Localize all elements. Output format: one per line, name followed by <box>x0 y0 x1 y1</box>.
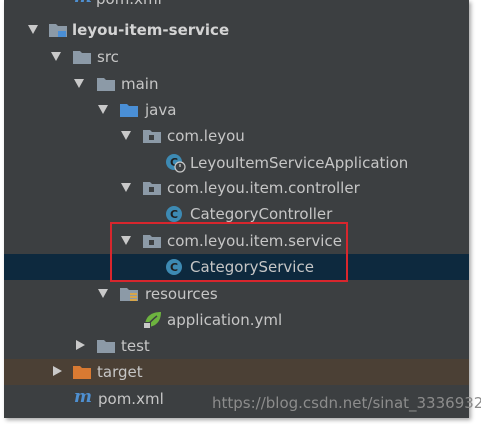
tree-label: application.yml <box>167 311 283 329</box>
tree-label: leyou-item-service <box>72 21 230 39</box>
maven-icon: m <box>74 387 92 407</box>
tree-label: resources <box>145 285 218 303</box>
svg-text:C: C <box>170 208 178 221</box>
maven-icon: m <box>74 0 92 7</box>
tree-label: pom.xml <box>96 0 162 9</box>
package-icon <box>143 130 161 143</box>
chevron-right-icon[interactable] <box>76 340 85 350</box>
package-icon <box>143 182 161 195</box>
tree-row-pom-top[interactable]: m pom.xml <box>4 0 469 12</box>
tree-label: src <box>97 48 119 66</box>
tree-row-src[interactable]: src <box>4 44 469 70</box>
source-folder-icon <box>120 104 138 117</box>
chevron-down-icon[interactable] <box>98 105 108 114</box>
chevron-down-icon[interactable] <box>98 289 108 298</box>
folder-icon <box>97 340 115 353</box>
chevron-down-icon[interactable] <box>121 131 131 140</box>
folder-icon <box>73 51 91 64</box>
tree-row-leyou-item-service[interactable]: leyou-item-service <box>4 17 469 43</box>
tree-label: test <box>121 337 150 355</box>
tree-row-leyou-item-service-application[interactable]: C LeyouItemServiceApplication <box>4 150 469 176</box>
tree-row-com-leyou-item-controller[interactable]: com.leyou.item.controller <box>4 175 469 201</box>
spring-yml-icon <box>143 312 161 329</box>
chevron-down-icon[interactable] <box>74 79 84 88</box>
tree-row-java[interactable]: java <box>4 97 469 123</box>
chevron-down-icon[interactable] <box>51 52 61 61</box>
tree-row-main[interactable]: main <box>4 71 469 97</box>
tree-label: com.leyou.item.controller <box>167 179 360 197</box>
tree-label: CategoryController <box>190 205 333 223</box>
tree-label: main <box>121 75 159 93</box>
tree-label: target <box>97 363 143 381</box>
tree-label: java <box>145 101 177 119</box>
tree-label: pom.xml <box>98 390 164 408</box>
tree-label: com.leyou <box>167 127 245 145</box>
chevron-down-icon[interactable] <box>121 183 131 192</box>
tree-row-application-yml[interactable]: application.yml <box>4 307 469 333</box>
project-tree-panel: m pom.xml leyou-item-service src main ja… <box>4 0 469 418</box>
tree-label: LeyouItemServiceApplication <box>190 154 409 172</box>
class-icon: C <box>166 206 182 222</box>
chevron-right-icon[interactable] <box>53 366 62 376</box>
chevron-down-icon[interactable] <box>28 25 38 34</box>
tree-row-com-leyou[interactable]: com.leyou <box>4 123 469 149</box>
resources-folder-icon <box>120 288 138 301</box>
excluded-folder-icon <box>73 366 91 379</box>
tree-row-resources[interactable]: resources <box>4 281 469 307</box>
spring-boot-class-icon: C <box>166 154 186 173</box>
watermark-text: https://blog.csdn.net/sinat_33369322 <box>212 394 481 412</box>
module-folder-icon <box>49 24 67 37</box>
folder-icon <box>97 78 115 91</box>
highlight-annotation-box <box>110 222 348 282</box>
tree-row-target[interactable]: target <box>4 359 469 385</box>
tree-row-test[interactable]: test <box>4 333 469 359</box>
